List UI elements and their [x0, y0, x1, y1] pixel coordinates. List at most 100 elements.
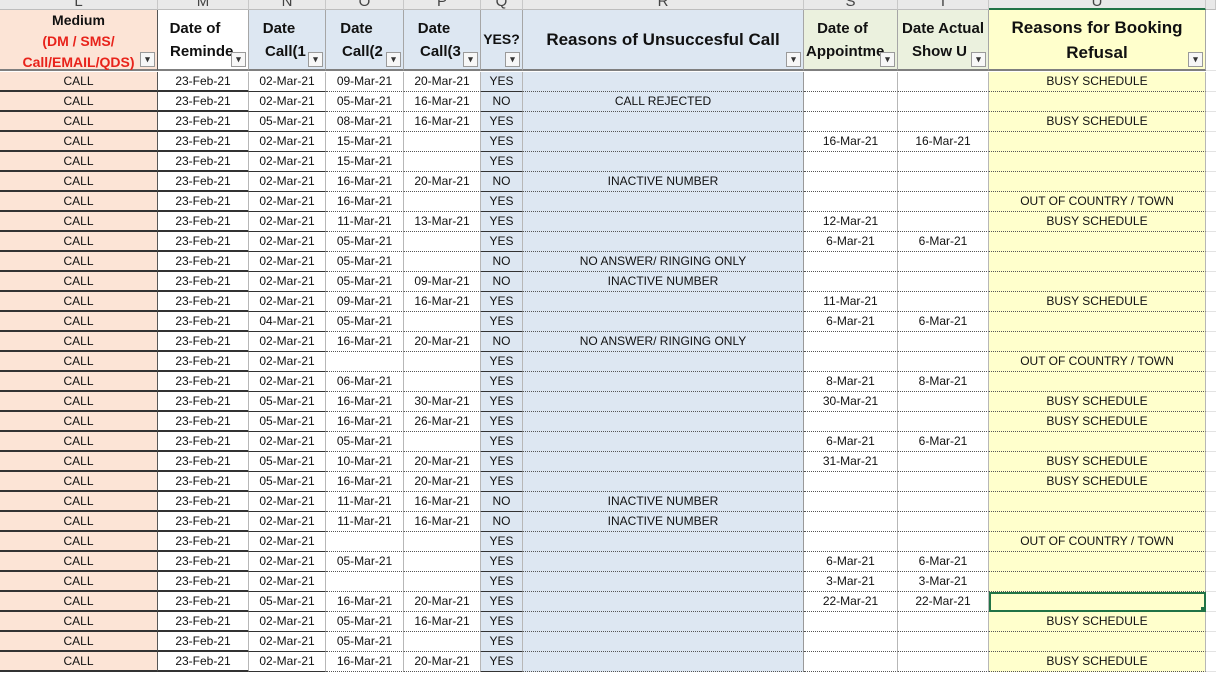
filter-dropdown-appointment[interactable]: ▾ [880, 52, 895, 67]
show-date-cell[interactable] [898, 632, 989, 652]
column-letter-s[interactable]: S [804, 0, 898, 10]
reminder-date-cell[interactable]: 23-Feb-21 [158, 492, 249, 512]
empty-cell[interactable] [1206, 512, 1216, 532]
refusal-reason-cell[interactable]: OUT OF COUNTRY / TOWN [989, 532, 1206, 552]
column-letter-l[interactable]: L [0, 0, 158, 10]
refusal-reason-cell[interactable] [989, 512, 1206, 532]
show-date-cell[interactable]: 6-Mar-21 [898, 432, 989, 452]
reminder-date-cell[interactable]: 23-Feb-21 [158, 192, 249, 212]
reminder-date-cell[interactable]: 23-Feb-21 [158, 592, 249, 612]
reminder-date-cell[interactable]: 23-Feb-21 [158, 412, 249, 432]
call3-date-cell[interactable]: 20-Mar-21 [404, 172, 481, 192]
yes-cell[interactable]: YES [481, 472, 523, 492]
unsuccessful-reason-cell[interactable]: NO ANSWER/ RINGING ONLY [523, 332, 804, 352]
unsuccessful-reason-cell[interactable]: CALL REJECTED [523, 92, 804, 112]
medium-cell[interactable]: CALL [0, 292, 158, 312]
call3-date-cell[interactable]: 16-Mar-21 [404, 612, 481, 632]
call2-date-cell[interactable]: 05-Mar-21 [326, 92, 404, 112]
medium-cell[interactable]: CALL [0, 132, 158, 152]
medium-cell[interactable]: CALL [0, 92, 158, 112]
medium-cell[interactable]: CALL [0, 412, 158, 432]
refusal-reason-cell[interactable] [989, 252, 1206, 272]
yes-cell[interactable]: YES [481, 392, 523, 412]
refusal-reason-cell[interactable] [989, 492, 1206, 512]
medium-cell[interactable]: CALL [0, 512, 158, 532]
unsuccessful-reason-cell[interactable] [523, 612, 804, 632]
yes-cell[interactable]: YES [481, 572, 523, 592]
call3-date-cell[interactable] [404, 552, 481, 572]
call1-date-cell[interactable]: 02-Mar-21 [249, 612, 326, 632]
unsuccessful-reason-cell[interactable] [523, 292, 804, 312]
call2-date-cell[interactable]: 05-Mar-21 [326, 272, 404, 292]
show-date-cell[interactable] [898, 72, 989, 92]
call2-date-cell[interactable]: 05-Mar-21 [326, 232, 404, 252]
empty-cell[interactable] [1206, 292, 1216, 312]
show-date-cell[interactable]: 3-Mar-21 [898, 572, 989, 592]
unsuccessful-reason-cell[interactable] [523, 192, 804, 212]
yes-cell[interactable]: YES [481, 532, 523, 552]
call2-date-cell[interactable]: 11-Mar-21 [326, 212, 404, 232]
call1-date-cell[interactable]: 02-Mar-21 [249, 432, 326, 452]
medium-cell[interactable]: CALL [0, 432, 158, 452]
appointment-date-cell[interactable] [804, 112, 898, 132]
yes-cell[interactable]: YES [481, 612, 523, 632]
empty-cell[interactable] [1206, 312, 1216, 332]
show-date-cell[interactable] [898, 172, 989, 192]
filter-dropdown-yes[interactable]: ▾ [505, 52, 520, 67]
empty-cell[interactable] [1206, 632, 1216, 652]
empty-cell[interactable] [1206, 92, 1216, 112]
refusal-reason-cell[interactable] [989, 232, 1206, 252]
show-date-cell[interactable] [898, 292, 989, 312]
appointment-date-cell[interactable] [804, 492, 898, 512]
refusal-reason-cell[interactable]: OUT OF COUNTRY / TOWN [989, 192, 1206, 212]
appointment-date-cell[interactable] [804, 192, 898, 212]
empty-cell[interactable] [1206, 112, 1216, 132]
show-date-cell[interactable]: 22-Mar-21 [898, 592, 989, 612]
filter-dropdown-medium[interactable]: ▾ [140, 52, 155, 67]
call3-date-cell[interactable] [404, 312, 481, 332]
show-date-cell[interactable]: 6-Mar-21 [898, 232, 989, 252]
appointment-date-cell[interactable]: 31-Mar-21 [804, 452, 898, 472]
call1-date-cell[interactable]: 02-Mar-21 [249, 172, 326, 192]
medium-cell[interactable]: CALL [0, 372, 158, 392]
call1-date-cell[interactable]: 02-Mar-21 [249, 252, 326, 272]
yes-cell[interactable]: NO [481, 332, 523, 352]
refusal-reason-cell[interactable] [989, 132, 1206, 152]
call2-date-cell[interactable]: 09-Mar-21 [326, 72, 404, 92]
column-letter-m[interactable]: M [158, 0, 249, 10]
call1-date-cell[interactable]: 05-Mar-21 [249, 412, 326, 432]
call2-date-cell[interactable]: 05-Mar-21 [326, 252, 404, 272]
show-date-cell[interactable] [898, 492, 989, 512]
reminder-date-cell[interactable]: 23-Feb-21 [158, 552, 249, 572]
yes-cell[interactable]: NO [481, 272, 523, 292]
call1-date-cell[interactable]: 02-Mar-21 [249, 232, 326, 252]
empty-cell[interactable] [1206, 392, 1216, 412]
call1-date-cell[interactable]: 04-Mar-21 [249, 312, 326, 332]
column-letter-o[interactable]: O [326, 0, 404, 10]
refusal-reason-cell[interactable] [989, 272, 1206, 292]
call1-date-cell[interactable]: 02-Mar-21 [249, 492, 326, 512]
unsuccessful-reason-cell[interactable] [523, 452, 804, 472]
call2-date-cell[interactable]: 05-Mar-21 [326, 632, 404, 652]
call3-date-cell[interactable] [404, 372, 481, 392]
call1-date-cell[interactable]: 02-Mar-21 [249, 552, 326, 572]
medium-cell[interactable]: CALL [0, 172, 158, 192]
reminder-date-cell[interactable]: 23-Feb-21 [158, 212, 249, 232]
call2-date-cell[interactable]: 16-Mar-21 [326, 172, 404, 192]
empty-cell[interactable] [1206, 192, 1216, 212]
reminder-date-cell[interactable]: 23-Feb-21 [158, 72, 249, 92]
call3-date-cell[interactable]: 13-Mar-21 [404, 212, 481, 232]
filter-dropdown-call2[interactable]: ▾ [386, 52, 401, 67]
yes-cell[interactable]: YES [481, 452, 523, 472]
column-letter-u[interactable]: U [989, 0, 1206, 10]
refusal-reason-cell[interactable] [989, 372, 1206, 392]
refusal-reason-cell[interactable]: BUSY SCHEDULE [989, 652, 1206, 672]
call3-date-cell[interactable]: 16-Mar-21 [404, 292, 481, 312]
medium-cell[interactable]: CALL [0, 112, 158, 132]
appointment-date-cell[interactable]: 6-Mar-21 [804, 232, 898, 252]
medium-cell[interactable]: CALL [0, 592, 158, 612]
reminder-date-cell[interactable]: 23-Feb-21 [158, 152, 249, 172]
yes-cell[interactable]: NO [481, 512, 523, 532]
empty-cell[interactable] [1206, 552, 1216, 572]
reminder-date-cell[interactable]: 23-Feb-21 [158, 652, 249, 672]
